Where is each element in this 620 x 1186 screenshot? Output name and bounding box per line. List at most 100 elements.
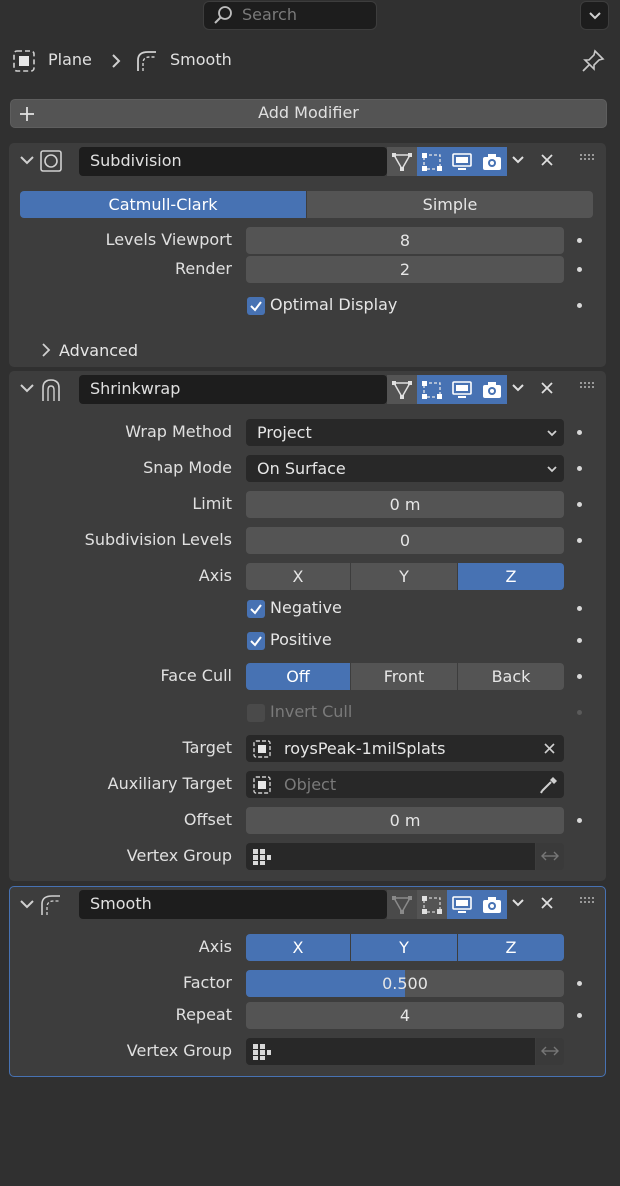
snap-mode-label: Snap Mode (143, 458, 232, 477)
optimal-display-label: Optimal Display (270, 295, 398, 314)
vertex-group-icon (253, 1044, 271, 1060)
drag-handle-icon[interactable] (580, 382, 596, 390)
keyframe-dot[interactable] (577, 267, 582, 272)
render-toggle[interactable] (477, 147, 507, 176)
repeat-field[interactable]: 4 (246, 1002, 564, 1029)
viewport-toggle[interactable] (447, 147, 477, 176)
drag-handle-icon[interactable] (580, 897, 596, 905)
edit-mode-toggle[interactable] (387, 375, 417, 404)
keyframe-dot[interactable] (577, 502, 582, 507)
invert-vertex-group-toggle[interactable] (536, 1038, 564, 1065)
vertex-group-field[interactable] (246, 843, 535, 870)
keyframe-dot[interactable] (577, 818, 582, 823)
snap-mode-select[interactable]: On Surface (246, 455, 564, 482)
smooth-axis-y-toggle[interactable]: Y (351, 934, 457, 961)
keyframe-dot[interactable] (577, 538, 582, 543)
expand-chevron-icon[interactable] (40, 342, 52, 358)
smooth-name: Smooth (90, 894, 152, 913)
render-toggle[interactable] (477, 375, 507, 404)
keyframe-dot[interactable] (577, 466, 582, 471)
chevron-down-icon (589, 12, 601, 20)
checkmark-icon (250, 636, 262, 647)
keyframe-dot[interactable] (577, 238, 582, 243)
keyframe-dot[interactable] (577, 638, 582, 643)
axis-z-toggle[interactable]: Z (458, 563, 564, 590)
dropdown-chevron-icon[interactable] (511, 154, 525, 166)
offset-field[interactable]: 0 m (246, 807, 564, 834)
keyframe-dot[interactable] (577, 710, 582, 715)
render-levels-field[interactable]: 2 (246, 256, 564, 283)
keyframe-dot[interactable] (577, 1013, 582, 1018)
pin-icon[interactable] (580, 48, 606, 74)
axis-x-toggle[interactable]: X (246, 563, 350, 590)
factor-slider[interactable]: 0.500 (246, 970, 564, 997)
shrinkwrap-toggles (387, 375, 507, 404)
add-modifier-label: Add Modifier (258, 103, 359, 122)
axis-y-toggle[interactable]: Y (351, 563, 457, 590)
edit-mode-icon (392, 895, 412, 914)
on-cage-icon (422, 895, 442, 914)
checkmark-icon (250, 301, 262, 312)
positive-checkbox[interactable] (247, 632, 265, 650)
face-cull-off[interactable]: Off (246, 663, 350, 690)
advanced-section-label[interactable]: Advanced (59, 341, 138, 360)
collapse-chevron-icon[interactable] (19, 153, 35, 167)
limit-field[interactable]: 0 m (246, 491, 564, 518)
wrap-method-label: Wrap Method (125, 422, 232, 441)
subdivision-levels-field[interactable]: 0 (246, 527, 564, 554)
cage-toggle[interactable] (417, 147, 447, 176)
edit-mode-toggle[interactable] (387, 890, 417, 919)
edit-mode-toggle[interactable] (387, 147, 417, 176)
subdivision-name-field[interactable]: Subdivision (79, 147, 387, 176)
dropdown-chevron-icon[interactable] (511, 382, 525, 394)
keyframe-dot[interactable] (577, 606, 582, 611)
face-cull-back[interactable]: Back (458, 663, 564, 690)
subdivision-levels-label: Subdivision Levels (84, 530, 232, 549)
positive-label: Positive (270, 630, 332, 649)
smooth-axis-x-toggle[interactable]: X (246, 934, 350, 961)
collapse-chevron-icon[interactable] (19, 897, 35, 911)
close-icon[interactable] (540, 153, 554, 167)
target-field[interactable]: roysPeak-1milSplats (246, 735, 564, 762)
cage-toggle[interactable] (417, 375, 447, 404)
eyedropper-icon[interactable] (539, 775, 559, 795)
shrinkwrap-name-field[interactable]: Shrinkwrap (79, 375, 387, 404)
invert-cull-checkbox[interactable] (247, 704, 265, 722)
dropdown-chevron-icon[interactable] (511, 897, 525, 909)
chevron-right-icon (112, 54, 121, 68)
wrap-method-select[interactable]: Project (246, 419, 564, 446)
drag-handle-icon[interactable] (580, 154, 596, 162)
options-dropdown[interactable] (580, 1, 609, 30)
levels-viewport-field[interactable]: 8 (246, 227, 564, 254)
optimal-display-checkbox[interactable] (247, 297, 265, 315)
object-icon (253, 776, 271, 794)
keyframe-dot[interactable] (577, 430, 582, 435)
cage-toggle[interactable] (417, 890, 447, 919)
keyframe-dot[interactable] (577, 303, 582, 308)
breadcrumb-object[interactable]: Plane (48, 50, 92, 69)
negative-label: Negative (270, 598, 342, 617)
smooth-name-field[interactable]: Smooth (79, 890, 387, 919)
close-icon[interactable] (540, 896, 554, 910)
smooth-vertex-group-field[interactable] (246, 1038, 535, 1065)
collapse-chevron-icon[interactable] (19, 381, 35, 395)
keyframe-dot[interactable] (577, 981, 582, 986)
auxiliary-target-field[interactable]: Object (246, 771, 564, 798)
invert-vertex-group-toggle[interactable] (536, 843, 564, 870)
viewport-toggle[interactable] (447, 890, 477, 919)
target-value: roysPeak-1milSplats (284, 739, 446, 758)
breadcrumb-modifier[interactable]: Smooth (170, 50, 232, 69)
negative-checkbox[interactable] (247, 600, 265, 618)
render-toggle[interactable] (477, 890, 507, 919)
clear-icon[interactable] (543, 742, 556, 755)
viewport-toggle[interactable] (447, 375, 477, 404)
keyframe-dot[interactable] (577, 674, 582, 679)
tab-simple[interactable]: Simple (307, 191, 593, 218)
shrinkwrap-name: Shrinkwrap (90, 379, 181, 398)
close-icon[interactable] (540, 381, 554, 395)
face-cull-front[interactable]: Front (351, 663, 457, 690)
camera-icon (483, 896, 501, 913)
smooth-axis-z-toggle[interactable]: Z (458, 934, 564, 961)
tab-catmull-clark[interactable]: Catmull-Clark (20, 191, 306, 218)
edit-mode-icon (392, 152, 412, 171)
